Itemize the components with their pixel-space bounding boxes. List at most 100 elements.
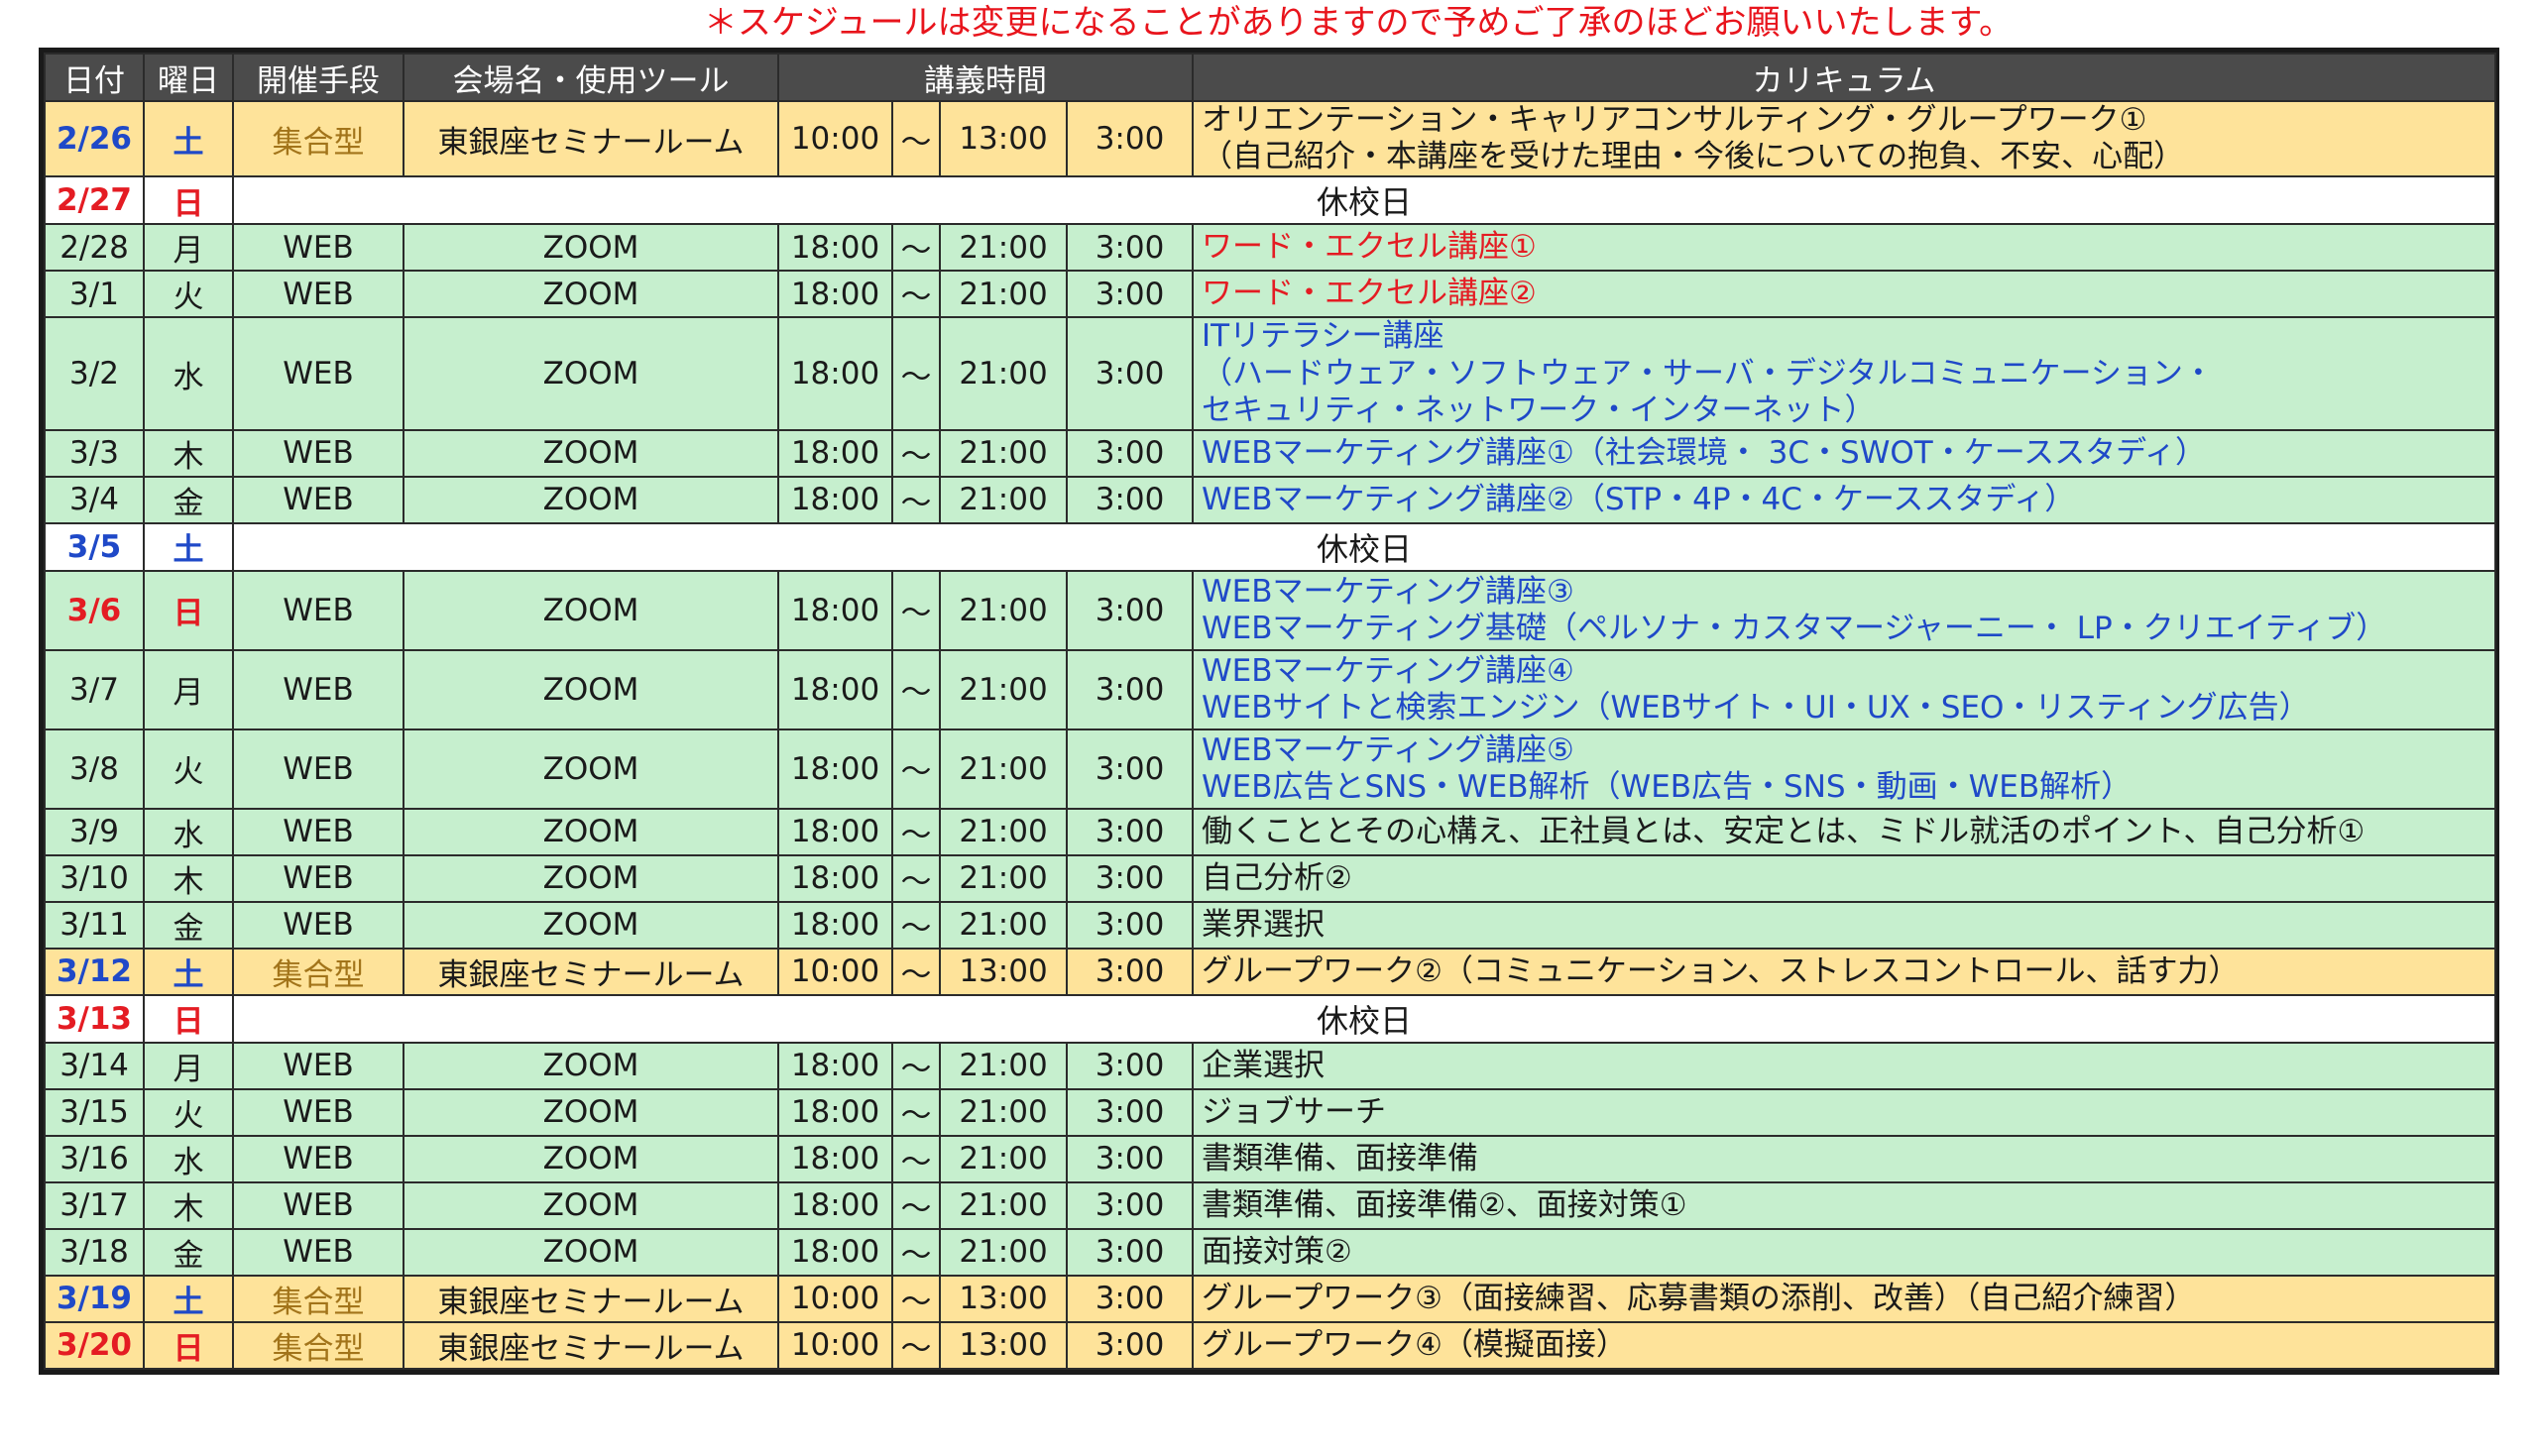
table-row: 3/20 日集合型 東銀座セミナールーム 10:00 ～ 13:00 3:00 グループワーク… <box>44 1320 2496 1370</box>
time-separator-cell: ～ <box>891 1180 941 1230</box>
header-venue: 会場名・使用ツール <box>403 53 779 102</box>
duration-cell: 3:00 <box>1066 1041 1194 1090</box>
curriculum-line: グループワーク②（コミュニケーション、ストレスコントロール、話す力） <box>1202 952 2240 989</box>
method-cell: WEB <box>232 1227 404 1277</box>
start-time-cell: 18:00 <box>777 316 893 431</box>
curriculum-line: WEBマーケティング講座①（社会環境・ 3C・SWOT・ケーススタディ） <box>1202 434 2206 471</box>
curriculum-cell: 業界選択 <box>1192 900 2496 950</box>
weekday-cell: 土 <box>143 1274 234 1323</box>
method-cell: WEB <box>232 1134 404 1183</box>
curriculum-line: ITリテラシー講座 <box>1202 318 1444 355</box>
venue-cell: 東銀座セミナールーム <box>403 1274 779 1323</box>
curriculum-cell: 自己分析② <box>1192 853 2496 903</box>
time-separator-cell: ～ <box>891 947 941 996</box>
method-cell: WEB <box>232 428 404 478</box>
curriculum-cell: WEBマーケティング講座⑤ WEB広告とSNS・WEB解析（WEB広告・SNS・動… <box>1192 728 2496 810</box>
end-time-cell: 21:00 <box>939 1227 1068 1277</box>
end-time-cell: 13:00 <box>939 947 1068 996</box>
table-row: 2/28 月 WEB ZOOM 18:00 ～ 21:00 3:00 ワード・エクセル講座① <box>44 223 2496 273</box>
date-cell: 3/14 <box>44 1041 145 1090</box>
end-time-cell: 21:00 <box>939 569 1068 651</box>
start-time-cell: 10:00 <box>777 99 893 178</box>
start-time-cell: 18:00 <box>777 1134 893 1183</box>
duration-cell: 3:00 <box>1066 99 1194 178</box>
curriculum-cell: WEBマーケティング講座④ WEBサイトと検索エンジン（WEBサイト・UI・UX・… <box>1192 648 2496 730</box>
date-cell: 3/10 <box>44 853 145 903</box>
curriculum-line: （ハードウェア・ソフトウェア・サーバ・デジタルコミュニケーション・ <box>1202 355 2214 392</box>
method-cell: WEB <box>232 1180 404 1230</box>
header-method: 開催手段 <box>232 53 404 102</box>
venue-cell: ZOOM <box>403 1227 779 1277</box>
table-row: 3/9 水 WEB ZOOM 18:00 ～ 21:00 3:00 働くこととその心構え、正社員… <box>44 807 2496 856</box>
curriculum-line: グループワーク③（面接練習、応募書類の添削、改善）（自己紹介練習） <box>1202 1280 2196 1316</box>
start-time-cell: 18:00 <box>777 900 893 950</box>
weekday-cell: 金 <box>143 1227 234 1277</box>
venue-cell: ZOOM <box>403 475 779 524</box>
time-separator-cell: ～ <box>891 1320 941 1370</box>
time-separator-cell: ～ <box>891 1134 941 1183</box>
duration-cell: 3:00 <box>1066 1087 1194 1137</box>
end-time-cell: 21:00 <box>939 900 1068 950</box>
schedule-change-notice: ＊スケジュールは変更になることがありますので予めご了承のほどお願いいたします。 <box>703 3 2014 43</box>
duration-cell: 3:00 <box>1066 900 1194 950</box>
venue-cell: ZOOM <box>403 900 779 950</box>
weekday-cell: 金 <box>143 900 234 950</box>
curriculum-line: WEB広告とSNS・WEB解析（WEB広告・SNS・動画・WEB解析） <box>1202 768 2133 805</box>
weekday-cell: 水 <box>143 807 234 856</box>
holiday-cell: 休校日 <box>232 175 2496 226</box>
date-cell: 3/11 <box>44 900 145 950</box>
curriculum-line: ワード・エクセル講座① <box>1202 229 1537 266</box>
curriculum-cell: WEBマーケティング講座②（STP・4P・4C・ケーススタディ） <box>1192 475 2496 524</box>
weekday-cell: 金 <box>143 475 234 524</box>
venue-cell: 東銀座セミナールーム <box>403 99 779 178</box>
time-separator-cell: ～ <box>891 223 941 273</box>
end-time-cell: 21:00 <box>939 1041 1068 1090</box>
weekday-cell: 月 <box>143 223 234 273</box>
time-separator-cell: ～ <box>891 99 941 178</box>
table-row: 3/11 金 WEB ZOOM 18:00 ～ 21:00 3:00 業界選択 <box>44 900 2496 950</box>
holiday-cell: 休校日 <box>232 521 2496 572</box>
table-row: 3/6 日 WEB ZOOM 18:00 ～ 21:00 3:00 WEBマーケティング講座③ W… <box>44 569 2496 651</box>
date-cell: 2/26 <box>44 99 145 178</box>
date-cell: 3/15 <box>44 1087 145 1137</box>
time-separator-cell: ～ <box>891 648 941 730</box>
curriculum-cell: WEBマーケティング講座①（社会環境・ 3C・SWOT・ケーススタディ） <box>1192 428 2496 478</box>
curriculum-line: WEBマーケティング講座③ <box>1202 573 1574 610</box>
curriculum-line: WEBマーケティング基礎（ペルソナ・カスタマージャーニー・ LP・クリエイティブ… <box>1202 610 2387 646</box>
start-time-cell: 10:00 <box>777 947 893 996</box>
date-cell: 3/2 <box>44 316 145 431</box>
duration-cell: 3:00 <box>1066 807 1194 856</box>
date-cell: 3/20 <box>44 1320 145 1370</box>
venue-cell: ZOOM <box>403 1180 779 1230</box>
start-time-cell: 18:00 <box>777 853 893 903</box>
time-separator-cell: ～ <box>891 1087 941 1137</box>
weekday-cell: 火 <box>143 728 234 810</box>
venue-cell: ZOOM <box>403 1087 779 1137</box>
start-time-cell: 18:00 <box>777 807 893 856</box>
curriculum-line: 面接対策② <box>1202 1233 1352 1270</box>
duration-cell: 3:00 <box>1066 1134 1194 1183</box>
time-separator-cell: ～ <box>891 1227 941 1277</box>
venue-cell: 東銀座セミナールーム <box>403 947 779 996</box>
curriculum-cell: 書類準備、面接準備 <box>1192 1134 2496 1183</box>
start-time-cell: 18:00 <box>777 223 893 273</box>
venue-cell: ZOOM <box>403 853 779 903</box>
curriculum-cell: グループワーク④（模擬面接） <box>1192 1320 2496 1370</box>
date-cell: 3/7 <box>44 648 145 730</box>
date-cell: 3/13 <box>44 993 145 1044</box>
header-row: 日付 曜日 開催手段 会場名・使用ツール 講義時間 カリキュラム <box>44 53 2496 102</box>
curriculum-cell: ワード・エクセル講座① <box>1192 223 2496 273</box>
method-cell: WEB <box>232 1041 404 1090</box>
date-cell: 3/18 <box>44 1227 145 1277</box>
weekday-cell: 月 <box>143 648 234 730</box>
date-cell: 2/27 <box>44 175 145 226</box>
date-cell: 3/12 <box>44 947 145 996</box>
end-time-cell: 21:00 <box>939 728 1068 810</box>
table-row: 3/8 火 WEB ZOOM 18:00 ～ 21:00 3:00 WEBマーケティング講座⑤ W… <box>44 728 2496 810</box>
end-time-cell: 21:00 <box>939 648 1068 730</box>
curriculum-cell: ワード・エクセル講座② <box>1192 270 2496 319</box>
time-separator-cell: ～ <box>891 475 941 524</box>
start-time-cell: 10:00 <box>777 1320 893 1370</box>
time-separator-cell: ～ <box>891 569 941 651</box>
duration-cell: 3:00 <box>1066 648 1194 730</box>
